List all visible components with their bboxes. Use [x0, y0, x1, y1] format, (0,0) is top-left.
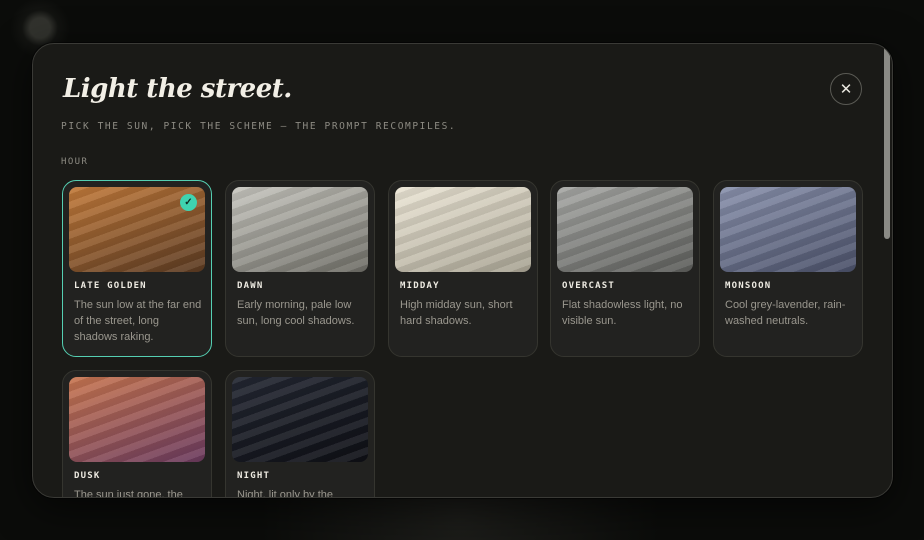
hour-option-monsoon[interactable]: MONSOON Cool grey-lavender, rain-washed n… [713, 180, 863, 357]
thumbnail-stripes [395, 187, 531, 272]
hour-option-name: MONSOON [725, 281, 772, 291]
close-icon: ✕ [839, 81, 853, 98]
hour-thumbnail [395, 187, 531, 272]
hour-option-late-golden[interactable]: ✓ LATE GOLDEN The sun low at the far end o… [62, 180, 212, 357]
hour-option-description: Cool grey-lavender, rain-washed neutrals… [725, 299, 846, 327]
hour-option-description: Night, lit only by the [237, 489, 333, 498]
hour-option-dusk[interactable]: DUSK The sun just gone, the [62, 370, 212, 498]
hour-thumbnail [557, 187, 693, 272]
hour-option-name: DAWN [237, 281, 264, 291]
close-button[interactable]: ✕ [830, 73, 862, 105]
hour-option-name: OVERCAST [562, 281, 615, 291]
thumbnail-stripes [557, 187, 693, 272]
hour-option-overcast[interactable]: OVERCAST Flat shadowless light, no visibl… [550, 180, 700, 357]
modal-scrollbar[interactable] [884, 46, 890, 239]
hour-option-midday[interactable]: MIDDAY High midday sun, short hard shadow… [388, 180, 538, 357]
hour-option-name: MIDDAY [400, 281, 440, 291]
thumbnail-stripes [69, 377, 205, 462]
hour-thumbnail [232, 377, 368, 462]
thumbnail-stripes [232, 377, 368, 462]
lighting-modal: Light the street. PICK THE SUN, PICK THE… [32, 43, 893, 498]
modal-title: Light the street. [63, 74, 292, 104]
thumbnail-stripes [232, 187, 368, 272]
hour-thumbnail [720, 187, 856, 272]
hour-option-description: The sun just gone, the [74, 489, 183, 498]
hour-option-description: Flat shadowless light, no visible sun. [562, 299, 683, 327]
hour-option-name: NIGHT [237, 471, 271, 481]
hour-option-description: High midday sun, short hard shadows. [400, 299, 513, 327]
check-icon: ✓ [180, 194, 197, 211]
modal-subtitle: PICK THE SUN, PICK THE SCHEME — THE PROM… [61, 121, 457, 132]
hour-option-name: LATE GOLDEN [74, 281, 147, 291]
hour-option-description: Early morning, pale low sun, long cool s… [237, 299, 355, 327]
hour-option-description: The sun low at the far end of the street… [74, 299, 202, 343]
hour-option-dawn[interactable]: DAWN Early morning, pale low sun, long co… [225, 180, 375, 357]
hour-option-night[interactable]: NIGHT Night, lit only by the [225, 370, 375, 498]
hour-section-label: HOUR [61, 157, 89, 167]
hour-thumbnail [69, 377, 205, 462]
hour-option-name: DUSK [74, 471, 101, 481]
hour-thumbnail [232, 187, 368, 272]
thumbnail-stripes [720, 187, 856, 272]
